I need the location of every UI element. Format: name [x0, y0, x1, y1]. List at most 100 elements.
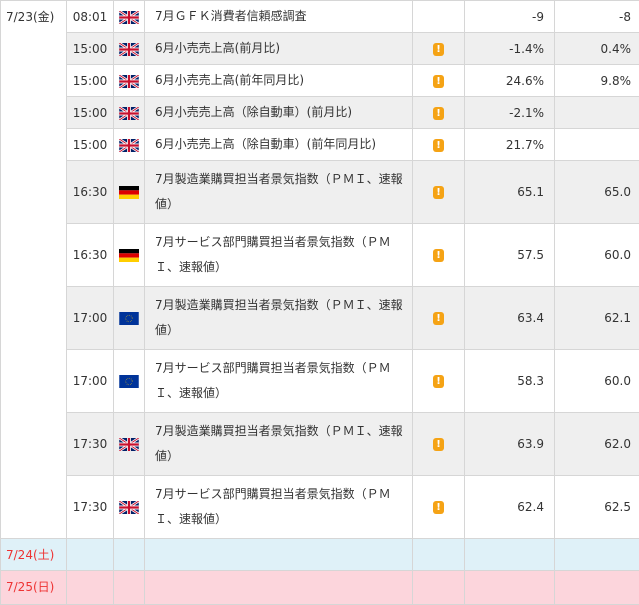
previous-value: 63.9: [465, 413, 555, 476]
event-row: 7/23(金) 08:01 7月ＧＦＫ消費者信頼感調査 -9 -8: [1, 1, 639, 33]
uk-flag-icon: [119, 107, 139, 120]
event-name: 7月製造業購買担当者景気指数（ＰＭＩ、速報値）: [145, 287, 413, 350]
forecast-value: [555, 97, 639, 129]
exclamation-badge-icon: !: [433, 501, 444, 514]
exclamation-badge-icon: !: [433, 312, 444, 325]
forecast-value: [555, 129, 639, 161]
event-name: 6月小売売上高(前年同月比): [145, 65, 413, 97]
exclamation-badge-icon: !: [433, 75, 444, 88]
empty-cell: [465, 571, 555, 605]
country-flag-cell: [114, 350, 145, 413]
forecast-value: 0.4%: [555, 33, 639, 65]
previous-value: -1.4%: [465, 33, 555, 65]
previous-value: -9: [465, 1, 555, 33]
event-row: 15:00 6月小売売上高（除自動車）(前月比) ! -2.1%: [1, 97, 639, 129]
importance-cell: !: [413, 65, 465, 97]
importance-cell: !: [413, 350, 465, 413]
exclamation-badge-icon: !: [433, 249, 444, 262]
event-time: 15:00: [67, 97, 114, 129]
empty-cell: [114, 571, 145, 605]
empty-cell: [114, 539, 145, 571]
forecast-value: 60.0: [555, 350, 639, 413]
previous-value: 21.7%: [465, 129, 555, 161]
event-time: 15:00: [67, 33, 114, 65]
previous-value: 58.3: [465, 350, 555, 413]
event-name: 7月製造業購買担当者景気指数（ＰＭＩ、速報値）: [145, 161, 413, 224]
germany-flag-icon: [119, 249, 139, 262]
empty-cell: [465, 539, 555, 571]
importance-cell: !: [413, 129, 465, 161]
forecast-value: 62.1: [555, 287, 639, 350]
forecast-value: 62.5: [555, 476, 639, 539]
event-time: 17:00: [67, 287, 114, 350]
uk-flag-icon: [119, 139, 139, 152]
importance-cell: !: [413, 287, 465, 350]
previous-value: 65.1: [465, 161, 555, 224]
empty-cell: [67, 539, 114, 571]
event-row: 17:00 7月製造業購買担当者景気指数（ＰＭＩ、速報値） ! 63.4 62.…: [1, 287, 639, 350]
uk-flag-icon: [119, 501, 139, 514]
event-row: 15:00 6月小売売上高（除自動車）(前年同月比) ! 21.7%: [1, 129, 639, 161]
event-time: 15:00: [67, 65, 114, 97]
event-row: 17:30 7月サービス部門購買担当者景気指数（ＰＭＩ、速報値） ! 62.4 …: [1, 476, 639, 539]
date-cell: 7/25(日): [1, 571, 67, 605]
previous-value: 24.6%: [465, 65, 555, 97]
event-name: 7月製造業購買担当者景気指数（ＰＭＩ、速報値）: [145, 413, 413, 476]
event-time: 16:30: [67, 161, 114, 224]
date-cell: 7/23(金): [1, 1, 67, 539]
importance-cell: !: [413, 413, 465, 476]
event-name: 7月サービス部門購買担当者景気指数（ＰＭＩ、速報値）: [145, 350, 413, 413]
forecast-value: 60.0: [555, 224, 639, 287]
forecast-value: -8: [555, 1, 639, 33]
event-row: 16:30 7月製造業購買担当者景気指数（ＰＭＩ、速報値） ! 65.1 65.…: [1, 161, 639, 224]
event-time: 08:01: [67, 1, 114, 33]
country-flag-cell: [114, 287, 145, 350]
country-flag-cell: [114, 97, 145, 129]
country-flag-cell: [114, 33, 145, 65]
country-flag-cell: [114, 413, 145, 476]
previous-value: 63.4: [465, 287, 555, 350]
event-name: 6月小売売上高（除自動車）(前年同月比): [145, 129, 413, 161]
uk-flag-icon: [119, 75, 139, 88]
event-name: 7月ＧＦＫ消費者信頼感調査: [145, 1, 413, 33]
previous-value: 62.4: [465, 476, 555, 539]
event-time: 17:30: [67, 476, 114, 539]
calendar-body: 7/23(金) 08:01 7月ＧＦＫ消費者信頼感調査 -9 -8 15:00 …: [1, 1, 639, 605]
empty-cell: [413, 539, 465, 571]
forecast-value: 65.0: [555, 161, 639, 224]
day-row-saturday: 7/24(土): [1, 539, 639, 571]
importance-cell: !: [413, 161, 465, 224]
empty-cell: [145, 571, 413, 605]
event-time: 15:00: [67, 129, 114, 161]
empty-cell: [555, 539, 639, 571]
empty-cell: [145, 539, 413, 571]
eu-flag-icon: [119, 375, 139, 388]
event-time: 16:30: [67, 224, 114, 287]
event-time: 17:00: [67, 350, 114, 413]
country-flag-cell: [114, 224, 145, 287]
empty-cell: [555, 571, 639, 605]
previous-value: 57.5: [465, 224, 555, 287]
event-row: 15:00 6月小売売上高(前月比) ! -1.4% 0.4%: [1, 33, 639, 65]
country-flag-cell: [114, 65, 145, 97]
event-row: 15:00 6月小売売上高(前年同月比) ! 24.6% 9.8%: [1, 65, 639, 97]
exclamation-badge-icon: !: [433, 43, 444, 56]
country-flag-cell: [114, 161, 145, 224]
exclamation-badge-icon: !: [433, 139, 444, 152]
event-name: 6月小売売上高(前月比): [145, 33, 413, 65]
exclamation-badge-icon: !: [433, 438, 444, 451]
uk-flag-icon: [119, 11, 139, 24]
importance-cell: !: [413, 33, 465, 65]
exclamation-badge-icon: !: [433, 186, 444, 199]
previous-value: -2.1%: [465, 97, 555, 129]
date-cell: 7/24(土): [1, 539, 67, 571]
event-row: 17:30 7月製造業購買担当者景気指数（ＰＭＩ、速報値） ! 63.9 62.…: [1, 413, 639, 476]
importance-cell: [413, 1, 465, 33]
day-row-sunday: 7/25(日): [1, 571, 639, 605]
uk-flag-icon: [119, 438, 139, 451]
event-name: 7月サービス部門購買担当者景気指数（ＰＭＩ、速報値）: [145, 224, 413, 287]
eu-flag-icon: [119, 312, 139, 325]
importance-cell: !: [413, 476, 465, 539]
economic-calendar-table: 7/23(金) 08:01 7月ＧＦＫ消費者信頼感調査 -9 -8 15:00 …: [0, 0, 639, 605]
empty-cell: [67, 571, 114, 605]
